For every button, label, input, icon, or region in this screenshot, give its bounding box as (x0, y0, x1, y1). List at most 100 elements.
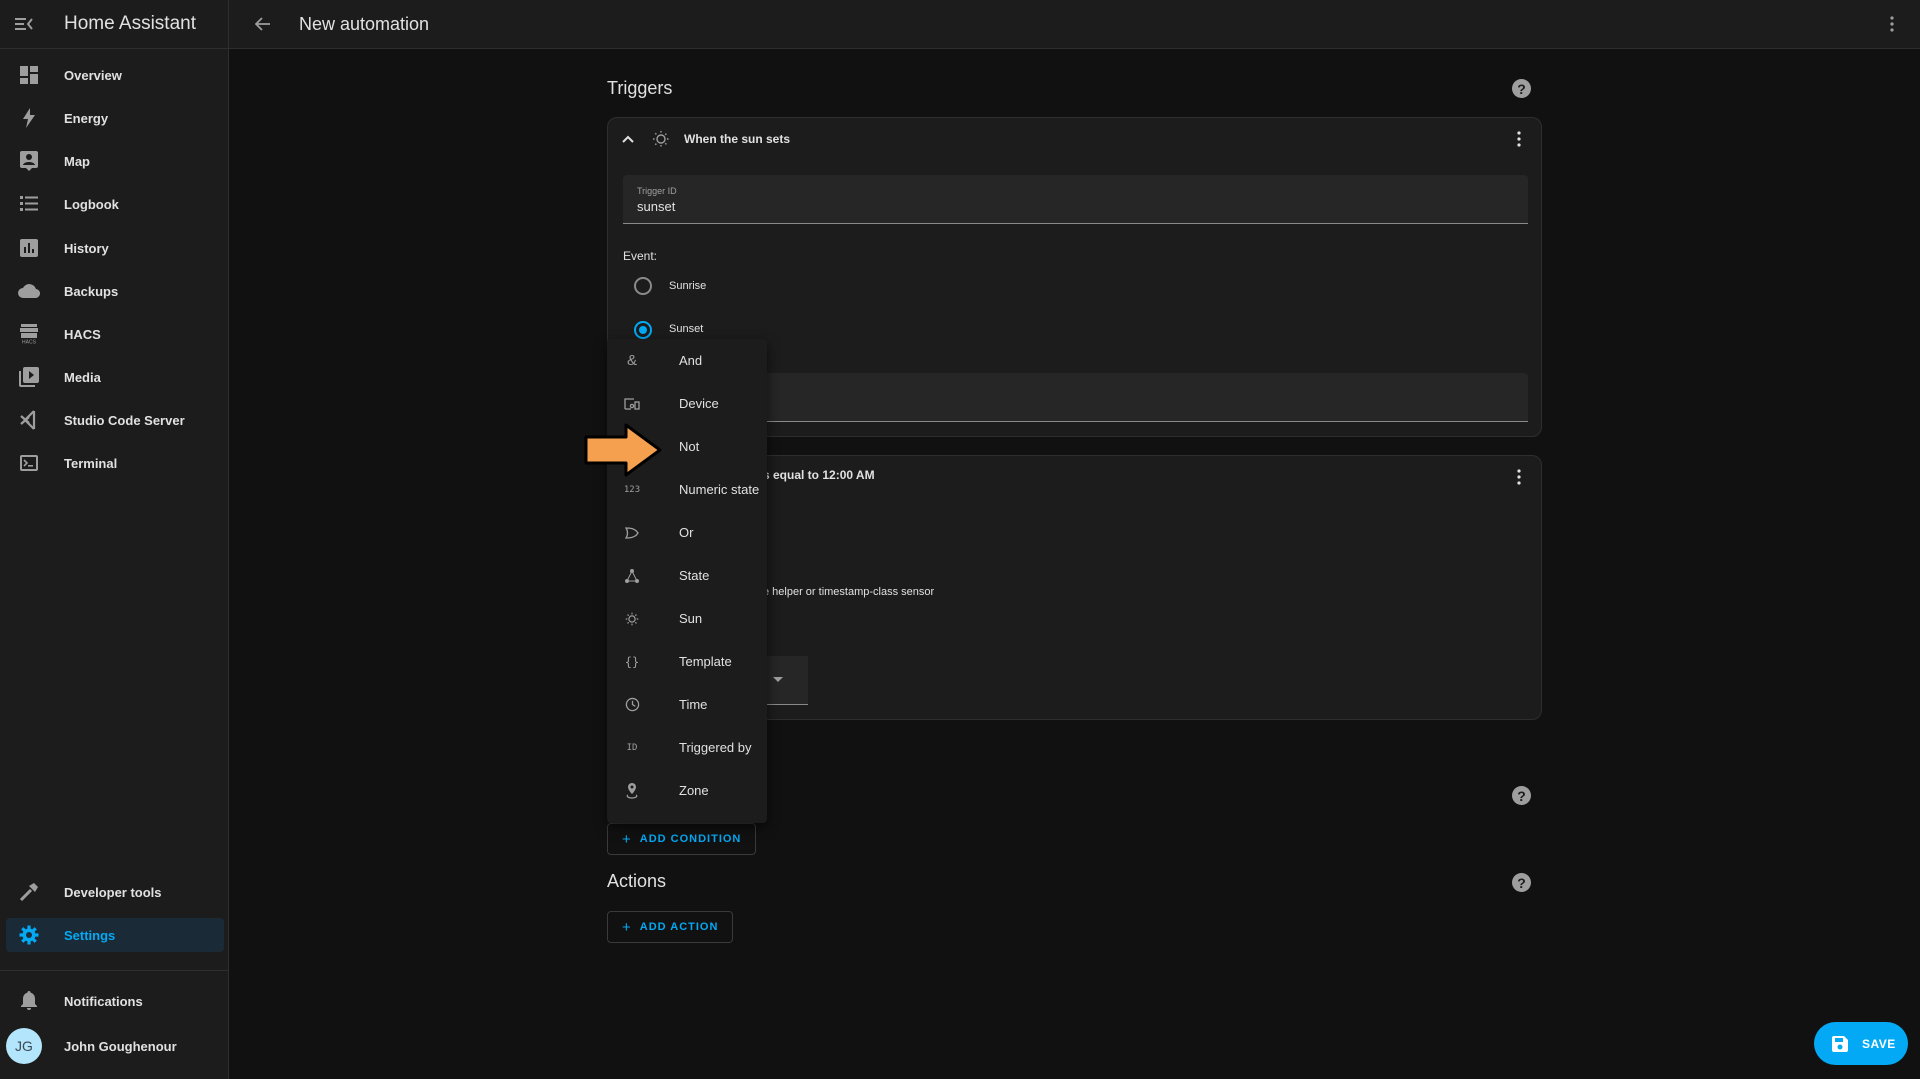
menu-item-template[interactable]: {} Template (607, 640, 767, 683)
add-action-button[interactable]: + ADD ACTION (607, 911, 734, 943)
trigger-id-value: sunset (637, 199, 676, 214)
add-action-label: ADD ACTION (639, 921, 719, 933)
svg-text:HACS: HACS (22, 340, 37, 345)
add-condition-button[interactable]: + ADD CONDITION (607, 823, 757, 855)
conditions-help-icon[interactable]: ? (1512, 786, 1531, 805)
sidebar-item-map[interactable]: Map (6, 144, 224, 178)
condition-type-menu: & And Device Not 123 Numeric state Or St… (607, 339, 767, 823)
menu-item-label: Template (679, 654, 732, 669)
lightning-bolt-icon (10, 108, 48, 128)
console-icon (10, 455, 48, 471)
menu-item-label: Device (679, 396, 719, 411)
sidebar-item-terminal[interactable]: Terminal (6, 446, 224, 480)
menu-item-label: Sun (679, 611, 703, 626)
menu-item-label: Not (679, 439, 700, 454)
add-condition-label: ADD CONDITION (639, 833, 742, 845)
sidebar-item-studio-code-server[interactable]: Studio Code Server (6, 403, 224, 437)
menu-item-device[interactable]: Device (607, 382, 767, 425)
sidebar-item-settings[interactable]: Settings (6, 918, 224, 952)
sidebar-item-label: Terminal (64, 455, 118, 471)
menu-item-label: Triggered by (679, 740, 752, 755)
menu-item-label: And (679, 353, 703, 368)
menu-item-state[interactable]: State (607, 554, 767, 597)
sidebar-item-logbook[interactable]: Logbook (6, 187, 224, 221)
weather-sunny-icon (621, 612, 643, 626)
numeric-icon: 123 (623, 484, 641, 495)
radio-label-sunrise: Sunrise (669, 280, 707, 292)
user-name: John Goughenour (64, 1038, 177, 1054)
sidebar-item-label: Logbook (64, 196, 119, 212)
sidebar-item-hacs[interactable]: HACS HACS (6, 317, 224, 351)
sidebar-item-history[interactable]: History (6, 231, 224, 265)
menu-item-sun[interactable]: Sun (607, 597, 767, 640)
identifier-icon: ID (626, 742, 638, 753)
weather-sunset-icon (653, 131, 669, 147)
save-label: SAVE (1862, 1036, 1896, 1051)
sidebar-item-label: Media (64, 369, 101, 385)
menu-item-label: State (679, 568, 710, 583)
sidebar-item-media[interactable]: Media (6, 360, 224, 394)
menu-item-label: Numeric state (679, 482, 760, 497)
dots-vertical-icon (1517, 469, 1521, 485)
gate-or-icon (621, 526, 643, 539)
menu-open-icon (15, 18, 33, 30)
top-app-bar: New automation (229, 0, 1920, 49)
sidebar-item-developer-tools[interactable]: Developer tools (6, 875, 224, 909)
condition-helper-text: e helper or timestamp-class sensor (763, 586, 935, 598)
plus-icon: + (622, 918, 632, 936)
triggers-help-icon[interactable]: ? (1512, 79, 1531, 98)
sidebar-item-overview[interactable]: Overview (6, 58, 224, 92)
sidebar-item-label: Backups (64, 283, 119, 299)
sidebar-item-backups[interactable]: Backups (6, 274, 224, 308)
menu-item-time[interactable]: Time (607, 683, 767, 726)
annotation-arrow-icon (584, 423, 662, 477)
save-button[interactable]: SAVE (1814, 1022, 1908, 1065)
sidebar-item-notifications[interactable]: Notifications (6, 984, 224, 1018)
chart-box-icon (10, 239, 48, 257)
clock-outline-icon (621, 697, 643, 712)
format-list-bulleted-icon (10, 196, 48, 212)
menu-toggle-button[interactable] (0, 0, 48, 49)
overflow-menu-button[interactable] (1880, 12, 1904, 36)
radio-sunrise[interactable] (634, 277, 652, 295)
arrow-left-icon (255, 17, 270, 31)
code-braces-icon: {} (624, 654, 640, 669)
trigger-card-title: When the sun sets (684, 132, 791, 146)
back-button[interactable] (243, 4, 283, 44)
menu-item-or[interactable]: Or (607, 511, 767, 554)
app-title: Home Assistant (64, 13, 196, 34)
actions-help-icon[interactable]: ? (1512, 873, 1531, 892)
view-dashboard-icon (10, 66, 48, 84)
trigger-card-header[interactable]: When the sun sets (608, 118, 1541, 160)
sidebar-header: Home Assistant (0, 0, 228, 49)
radio-sunset[interactable] (634, 321, 652, 339)
sidebar-item-label: Energy (64, 110, 109, 126)
avatar: JG (6, 1028, 42, 1064)
event-label: Event: (623, 249, 658, 263)
menu-item-and[interactable]: & And (607, 339, 767, 382)
menu-item-label: Or (679, 525, 694, 540)
map-account-icon (10, 151, 48, 171)
ampersand-icon: & (626, 352, 637, 369)
sidebar-item-label: HACS (64, 326, 101, 342)
page-title: New automation (299, 13, 430, 34)
plus-icon: + (622, 830, 632, 848)
play-box-multiple-icon (10, 367, 48, 387)
menu-item-triggered-by[interactable]: ID Triggered by (607, 726, 767, 769)
hammer-icon (10, 882, 48, 902)
sidebar-item-label: Developer tools (64, 884, 162, 900)
state-machine-icon (621, 568, 643, 583)
sidebar-item-energy[interactable]: Energy (6, 101, 224, 135)
sidebar-item-label: Settings (64, 927, 116, 943)
sidebar-user-profile[interactable]: JG John Goughenour (6, 1027, 224, 1065)
condition-card-menu-button[interactable] (1509, 466, 1529, 488)
sidebar-item-label: Map (64, 153, 90, 169)
trigger-id-field[interactable]: Trigger ID sunset (623, 175, 1528, 224)
content-save-icon (1832, 1035, 1848, 1052)
actions-heading: Actions (607, 871, 667, 891)
chevron-down-icon (773, 677, 783, 682)
menu-item-zone[interactable]: Zone (607, 769, 767, 812)
trigger-card-menu-button[interactable] (1509, 128, 1529, 150)
radio-label-sunset: Sunset (669, 323, 704, 335)
menu-item-label: Time (679, 697, 708, 712)
